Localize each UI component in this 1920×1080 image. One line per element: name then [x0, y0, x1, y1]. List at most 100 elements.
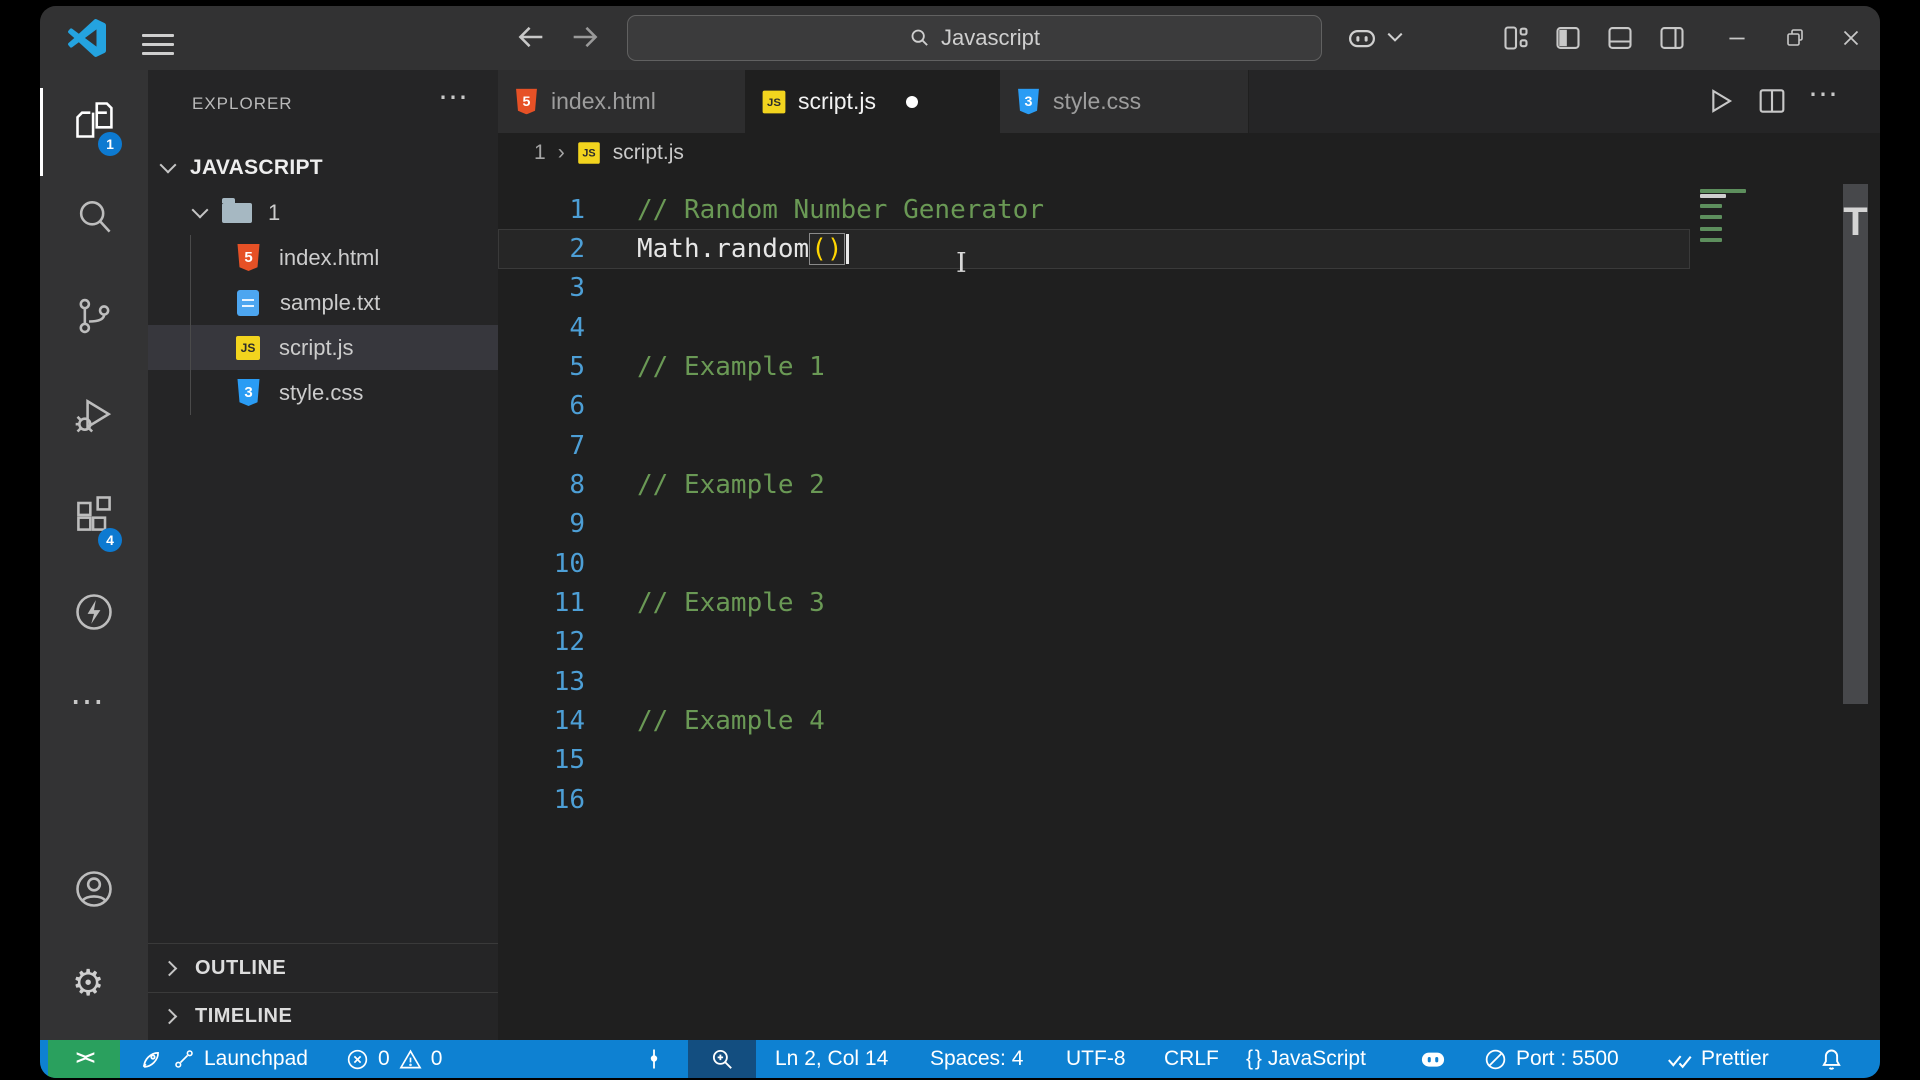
launchpad-item[interactable]: Launchpad: [138, 1040, 308, 1078]
tab-style-css[interactable]: 3 style.css: [1000, 70, 1249, 133]
navigate-back-icon[interactable]: [514, 20, 548, 54]
breadcrumb-separator-icon: ›: [557, 141, 565, 164]
code-area[interactable]: 1 // Random Number Generator 2 Math.random…: [498, 190, 1880, 820]
search-view-icon[interactable]: [72, 195, 116, 239]
workspace-root-row[interactable]: JAVASCRIPT: [148, 145, 498, 190]
code-line[interactable]: 13: [498, 662, 1880, 701]
split-editor-icon[interactable]: [1756, 85, 1788, 117]
launchpad-label: Launchpad: [204, 1047, 308, 1070]
minimap-line[interactable]: [1700, 189, 1746, 193]
zoom-indicator[interactable]: [688, 1040, 756, 1078]
code-text: // Example 2: [637, 470, 825, 501]
port-item[interactable]: Port : 5500: [1483, 1040, 1619, 1078]
braces-icon: { }: [1246, 1047, 1262, 1070]
file-row-sample-txt[interactable]: sample.txt: [148, 280, 498, 325]
warning-icon: [399, 1049, 422, 1068]
line-number: 5: [569, 352, 585, 383]
code-text: // Example 1: [637, 352, 825, 383]
code-line[interactable]: 10: [498, 544, 1880, 583]
code-line[interactable]: 1 // Random Number Generator: [498, 190, 1880, 229]
line-number: 9: [569, 509, 585, 540]
extensions-badge: 4: [98, 528, 122, 552]
language-mode-item[interactable]: { } JavaScript: [1246, 1040, 1366, 1078]
command-center-search[interactable]: Javascript: [627, 15, 1322, 61]
chevron-down-icon[interactable]: [1386, 31, 1404, 45]
text-file-icon: [237, 289, 259, 316]
zoom-in-icon: [712, 1049, 732, 1069]
notifications-bell-icon[interactable]: [1818, 1040, 1845, 1078]
toggle-primary-sidebar-icon[interactable]: [1554, 24, 1582, 52]
code-line[interactable]: 15: [498, 741, 1880, 780]
line-number: 12: [553, 627, 585, 658]
minimize-icon[interactable]: [1722, 23, 1752, 53]
breadcrumb[interactable]: 1 › JS script.js: [498, 133, 1880, 173]
close-icon[interactable]: [1836, 23, 1866, 53]
js-file-icon: JS: [236, 335, 260, 360]
toggle-secondary-sidebar-icon[interactable]: [1658, 24, 1686, 52]
file-row-style-css[interactable]: 3 style.css: [148, 370, 498, 415]
toggle-panel-icon[interactable]: [1606, 24, 1634, 52]
screencast-indicator-icon[interactable]: [642, 1040, 666, 1078]
outline-section-header[interactable]: OUTLINE: [148, 943, 498, 992]
chevron-down-icon: [159, 156, 177, 173]
rocket-icon: [142, 1051, 159, 1068]
live-server-icon[interactable]: [72, 590, 116, 634]
code-line[interactable]: 14 // Example 4: [498, 701, 1880, 740]
modified-dot-icon[interactable]: [905, 95, 918, 108]
file-row-index-html[interactable]: 5 index.html: [148, 235, 498, 280]
customize-layout-icon[interactable]: [1502, 24, 1530, 52]
timeline-section-header[interactable]: TIMELINE: [148, 992, 498, 1040]
css-file-icon: 3: [237, 379, 260, 406]
file-name: index.html: [279, 244, 380, 270]
remote-indicator[interactable]: ><: [48, 1040, 120, 1078]
code-line[interactable]: 11 // Example 3: [498, 583, 1880, 622]
account-icon[interactable]: [72, 867, 116, 911]
code-line[interactable]: 9: [498, 505, 1880, 544]
scrollbar-mark: T: [1843, 200, 1868, 244]
minimap-line[interactable]: [1700, 238, 1722, 242]
code-line[interactable]: 5 // Example 1: [498, 347, 1880, 386]
additional-views-icon[interactable]: ⋯: [70, 682, 106, 722]
navigate-forward-icon[interactable]: [568, 20, 602, 54]
folder-row[interactable]: 1: [148, 190, 498, 235]
views-more-actions-icon[interactable]: ⋯: [438, 80, 468, 115]
file-name: style.css: [279, 379, 364, 405]
code-line-current[interactable]: 2 Math.random(): [498, 229, 1690, 268]
eol-item[interactable]: CRLF: [1164, 1040, 1219, 1078]
language-label: JavaScript: [1267, 1047, 1366, 1070]
code-text: // Example 4: [637, 706, 825, 737]
tab-script-js[interactable]: JS script.js: [746, 70, 1000, 133]
encoding-item[interactable]: UTF-8: [1066, 1040, 1126, 1078]
breadcrumb-file[interactable]: script.js: [613, 141, 684, 165]
editor-scrollbar[interactable]: T: [1843, 184, 1868, 704]
source-control-icon[interactable]: [72, 294, 116, 338]
code-line[interactable]: 8 // Example 2: [498, 465, 1880, 504]
settings-gear-icon[interactable]: ⚙: [72, 963, 116, 1007]
minimap-line[interactable]: [1700, 194, 1726, 198]
editor-more-actions-icon[interactable]: ⋯: [1808, 77, 1840, 111]
minimap-line[interactable]: [1700, 204, 1722, 208]
menu-icon[interactable]: [142, 28, 174, 61]
code-line[interactable]: 16: [498, 780, 1880, 819]
breadcrumb-folder[interactable]: 1: [534, 141, 546, 165]
minimap-line[interactable]: [1700, 227, 1722, 231]
run-file-icon[interactable]: [1704, 85, 1736, 117]
problems-item[interactable]: 0 0: [345, 1040, 442, 1078]
line-number: 7: [569, 430, 585, 461]
code-line[interactable]: 7: [498, 426, 1880, 465]
copilot-icon[interactable]: [1346, 23, 1378, 53]
minimap-line[interactable]: [1700, 215, 1722, 219]
copilot-status-icon[interactable]: [1418, 1040, 1448, 1078]
indentation-item[interactable]: Spaces: 4: [930, 1040, 1023, 1078]
code-line[interactable]: 4: [498, 308, 1880, 347]
cursor-position-item[interactable]: Ln 2, Col 14: [775, 1040, 888, 1078]
code-line[interactable]: 6: [498, 387, 1880, 426]
run-debug-icon[interactable]: [72, 393, 116, 437]
restore-window-icon[interactable]: [1780, 23, 1810, 53]
code-line[interactable]: 12: [498, 623, 1880, 662]
tab-index-html[interactable]: 5 index.html: [498, 70, 746, 133]
formatter-item[interactable]: Prettier: [1666, 1040, 1769, 1078]
code-line[interactable]: 3: [498, 269, 1880, 308]
file-row-script-js[interactable]: JS script.js: [148, 325, 498, 370]
link-icon: [175, 1050, 193, 1068]
